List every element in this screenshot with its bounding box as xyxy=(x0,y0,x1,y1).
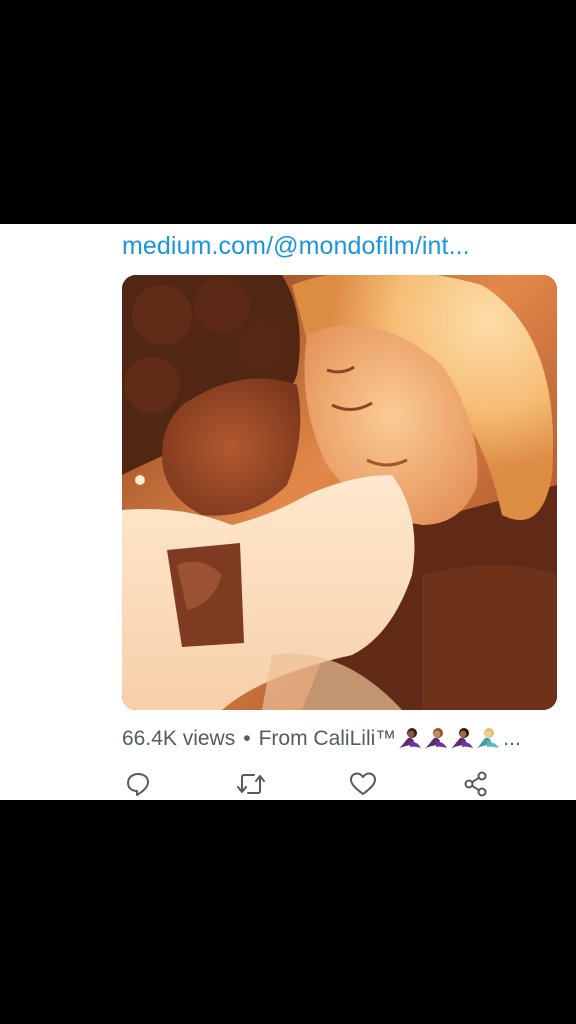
mermaid-icon xyxy=(399,728,422,749)
media-photo-illustration xyxy=(122,275,557,710)
tweet-link[interactable]: medium.com/@mondofilm/int... xyxy=(122,232,470,261)
reply-icon xyxy=(127,773,149,796)
mermaid-icon xyxy=(477,728,500,749)
share-button[interactable] xyxy=(461,769,491,799)
letterbox-top xyxy=(0,0,576,224)
like-button[interactable] xyxy=(348,769,378,799)
tweet-card: medium.com/@mondofilm/int... 66.4K views… xyxy=(0,224,576,800)
tweet-action-bar xyxy=(0,769,576,799)
meta-separator: • xyxy=(243,727,251,750)
source-attribution[interactable]: From CaliLili™ xyxy=(259,727,397,751)
mermaid-icon xyxy=(451,728,474,749)
tweet-media-image[interactable] xyxy=(122,275,557,710)
mermaid-icon xyxy=(425,728,448,749)
reply-button[interactable] xyxy=(123,769,153,799)
like-icon xyxy=(350,772,376,795)
source-ellipsis: ... xyxy=(503,727,521,750)
retweet-icon xyxy=(237,774,265,794)
letterbox-bottom xyxy=(0,800,576,1024)
source-emoji-group xyxy=(398,727,502,751)
view-count: 66.4K views xyxy=(122,727,236,750)
share-icon xyxy=(464,771,487,797)
retweet-button[interactable] xyxy=(236,769,266,799)
tweet-meta: 66.4K views • From CaliLili™ ... xyxy=(122,727,521,751)
